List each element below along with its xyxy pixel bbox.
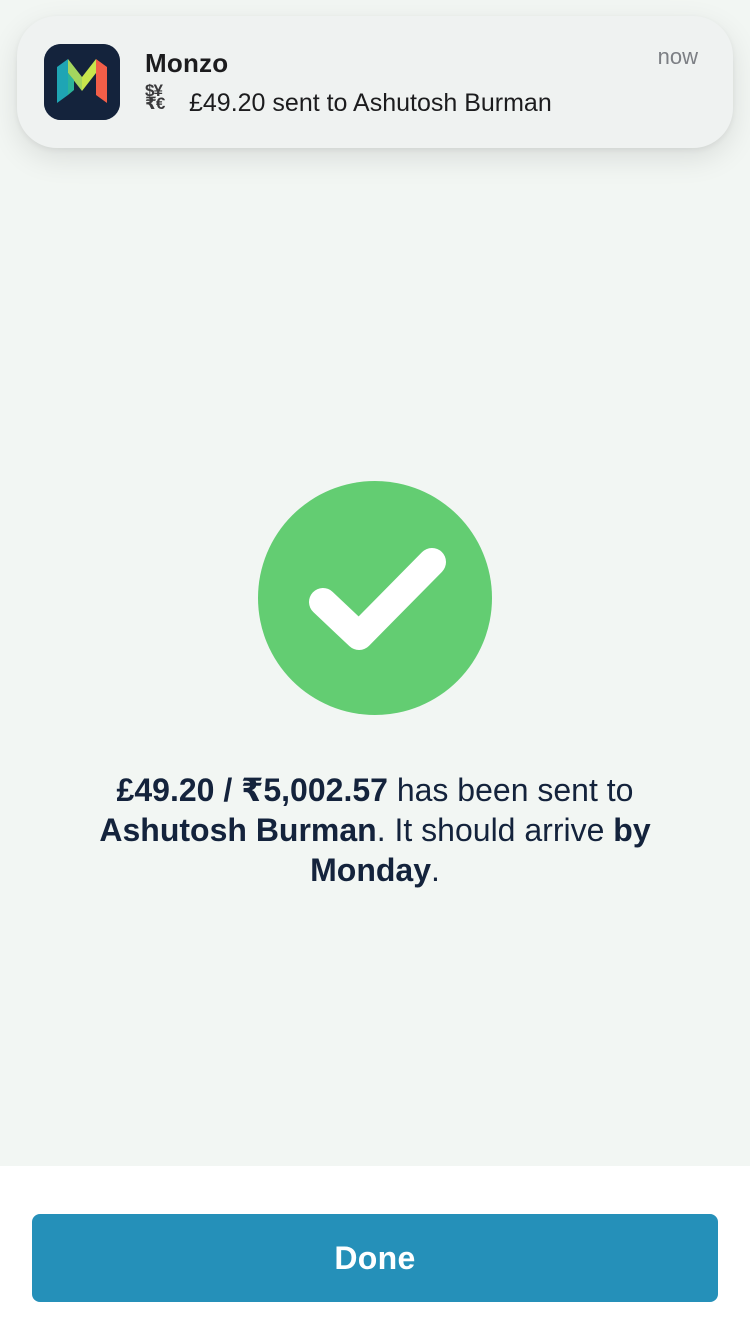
message-text-arrive: . It should arrive (376, 812, 614, 848)
notification-message: £49.20 sent to Ashutosh Burman (189, 89, 552, 117)
confirmation-message: £49.20 / ₹5,002.57 has been sent to Ashu… (50, 770, 700, 890)
message-text-sent: has been sent to (387, 772, 634, 808)
currency-exchange-icon: $¥ ₹€ (145, 81, 165, 113)
amount-separator: / (214, 772, 242, 808)
bottom-action-bar: Done (0, 1166, 750, 1334)
checkmark-icon (309, 548, 446, 650)
push-notification[interactable]: Monzo now $¥ ₹€ £49.20 sent to Ashutosh … (17, 16, 733, 148)
done-button[interactable]: Done (32, 1214, 718, 1302)
message-end: . (431, 852, 440, 888)
notification-body: $¥ ₹€ £49.20 sent to Ashutosh Burman (145, 81, 552, 118)
recipient-name: Ashutosh Burman (99, 812, 377, 848)
success-indicator (258, 481, 492, 715)
amount-inr: ₹5,002.57 (241, 772, 388, 808)
notification-time: now (657, 44, 698, 69)
monzo-app-icon (44, 44, 120, 120)
amount-gbp: £49.20 (116, 772, 215, 808)
notification-app-name: Monzo (145, 48, 229, 78)
